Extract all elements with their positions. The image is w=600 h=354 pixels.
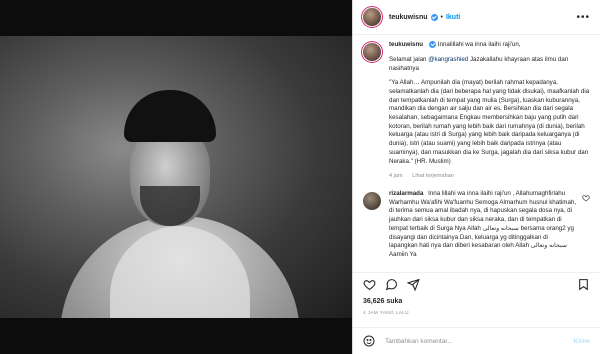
caption-avatar[interactable]: [363, 43, 381, 61]
bookmark-icon[interactable]: [577, 278, 590, 291]
post-header: teukuwisnu • Ikuti •••: [353, 0, 600, 35]
caption-username[interactable]: teukuwisnu: [389, 41, 423, 48]
see-translation-button[interactable]: Lihat terjemahan: [412, 173, 454, 179]
verified-badge-icon: [429, 41, 437, 48]
caption-prayer: "Ya Allah… Ampunilah dia (mayat) berilah…: [389, 79, 590, 165]
author-username[interactable]: teukuwisnu: [389, 14, 428, 21]
verified-badge-icon: [430, 13, 438, 21]
comment-composer: Kirim: [353, 327, 600, 354]
add-comment-input[interactable]: [383, 336, 574, 346]
author-avatar[interactable]: [363, 8, 381, 26]
photo-figure-cap: [124, 90, 216, 142]
post-photo[interactable]: [0, 36, 352, 318]
separator-dot: •: [440, 13, 443, 21]
action-bar: [353, 272, 600, 296]
post-comment-button[interactable]: Kirim: [573, 338, 590, 345]
comments-list[interactable]: teukuwisnu Innalillahi wa inna ilaihi ra…: [353, 35, 600, 271]
emoji-icon[interactable]: [363, 335, 375, 347]
commenter-username[interactable]: rizalarmada: [389, 190, 423, 197]
caption-p2-prefix: Selamat jalan: [389, 55, 429, 63]
caption-mention-link[interactable]: @kangrashied: [428, 56, 468, 63]
caption-time[interactable]: 4 jam: [389, 173, 403, 179]
commenter-avatar[interactable]: [363, 191, 381, 210]
share-icon[interactable]: [407, 278, 420, 291]
comment-like-heart-icon[interactable]: [582, 194, 590, 202]
post-time-ago[interactable]: 4 JAM YANG LALU: [363, 311, 409, 316]
post-side-panel: teukuwisnu • Ikuti ••• teukuwisnu Innali…: [352, 0, 600, 354]
comment-body: rizalarmada Inna lillahi wa inna ilaihi …: [389, 190, 578, 260]
caption-line1: Innalillahi wa inna ilaihi raji'un,: [437, 41, 521, 49]
comment-text: Inna lillahi wa inna ilaihi raji'un , Al…: [389, 189, 577, 258]
likes-count[interactable]: 36,626 suka: [363, 298, 402, 305]
caption-item: teukuwisnu Innalillahi wa inna ilaihi ra…: [363, 41, 590, 181]
comment-item: rizalarmada Inna lillahi wa inna ilaihi …: [363, 190, 590, 260]
follow-button[interactable]: Ikuti: [446, 14, 460, 21]
comment-icon[interactable]: [385, 278, 398, 291]
heart-icon[interactable]: [363, 278, 376, 291]
more-icon[interactable]: •••: [576, 12, 590, 23]
caption-body: teukuwisnu Innalillahi wa inna ilaihi ra…: [389, 41, 590, 181]
caption-meta: 4 jam Lihat terjemahan: [389, 172, 590, 181]
